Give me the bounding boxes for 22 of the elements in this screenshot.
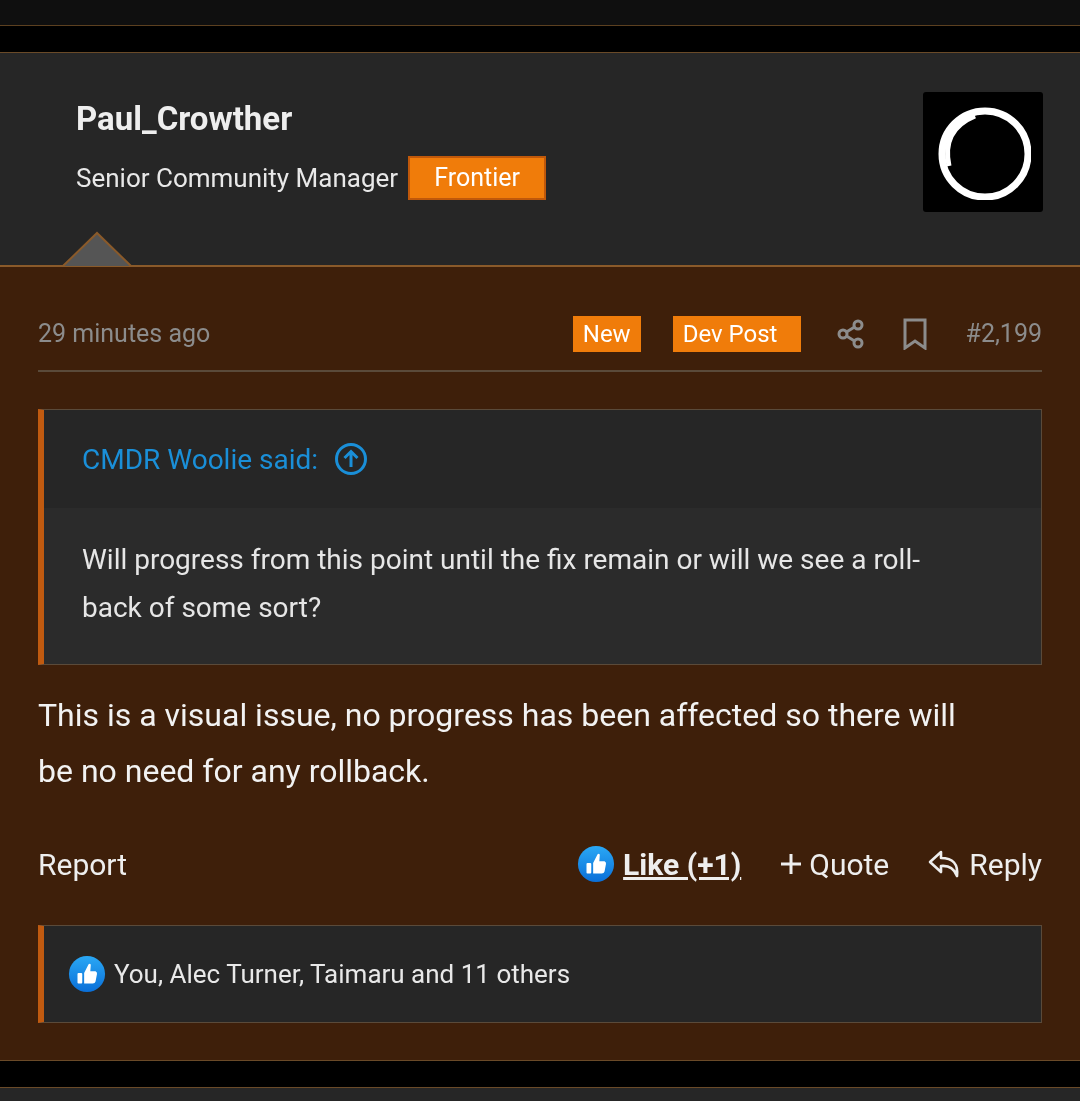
report-link[interactable]: Report: [38, 846, 128, 882]
post-tag: Dev Post: [672, 315, 802, 352]
post-message: This is a visual issue, no progress has been affected so there will be no need for any rollback.: [38, 695, 957, 792]
quote-link[interactable]: Quote: [779, 846, 890, 882]
avatar[interactable]: [923, 92, 1043, 212]
post-time[interactable]: 29 minutes ago: [38, 319, 573, 348]
thumbs-up-icon: [577, 845, 616, 883]
reaction-list[interactable]: You, Alec Turner, Taimaru and 11 others: [114, 959, 571, 989]
like-link[interactable]: Like (+1): [623, 846, 742, 882]
post-number[interactable]: #2,199: [965, 319, 1042, 348]
bookmark-icon[interactable]: [903, 317, 928, 350]
reply-link[interactable]: Reply: [927, 846, 1042, 882]
quote-text: Will progress from this point until the fix remain or will we see a roll-back of some sort?: [44, 508, 1041, 664]
author-name[interactable]: Paul_Crowther: [76, 99, 546, 138]
author-badge: Frontier: [408, 156, 546, 200]
post-tag: New: [572, 315, 641, 352]
arrow-up-circle-icon[interactable]: [334, 442, 369, 476]
thumbs-up-icon: [68, 955, 106, 993]
plus-icon: [779, 852, 804, 876]
share-icon[interactable]: [837, 318, 866, 349]
quote-attribution[interactable]: CMDR Woolie said:: [82, 442, 319, 476]
author-title: Senior Community Manager: [76, 163, 399, 193]
